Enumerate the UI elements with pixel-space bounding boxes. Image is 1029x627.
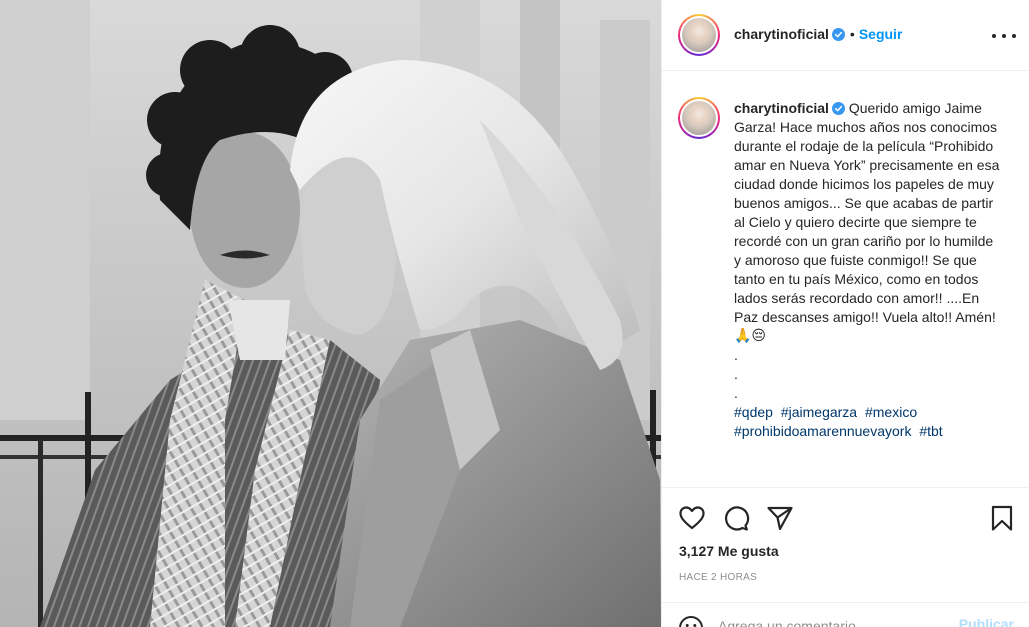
hashtag-link[interactable]: #jaimegarza [781, 404, 857, 420]
comment-bubble-icon[interactable] [722, 504, 750, 532]
comments-area: charytinoficial Querido amigo Jaime Garz… [662, 72, 1029, 485]
caption-username[interactable]: charytinoficial [734, 100, 829, 116]
post-timestamp[interactable]: HACE 2 HORAS [679, 572, 757, 583]
caption-hashtags: #qdep #jaimegarza #mexico #prohibidoamar… [734, 403, 1004, 441]
black-and-white-photo-of-man-and-woman [0, 0, 661, 627]
likes-count[interactable]: 3,127 Me gusta [679, 543, 779, 559]
caption-dot: . [734, 366, 738, 382]
post-caption: charytinoficial Querido amigo Jaime Garz… [734, 99, 1004, 441]
hashtag-link[interactable]: #mexico [865, 404, 917, 420]
caption-text: Querido amigo Jaime Garza! Hace muchos a… [734, 100, 1004, 325]
publish-button[interactable]: Publicar [959, 616, 1014, 627]
hashtag-link[interactable]: #qdep [734, 404, 773, 420]
hashtag-link[interactable]: #prohibidoamarennuevayork [734, 423, 911, 439]
post-actions: 3,127 Me gusta HACE 2 HORAS Publicar [662, 487, 1029, 627]
caption-emojis: 🙏😔 [734, 328, 767, 344]
bookmark-icon[interactable] [988, 504, 1016, 532]
more-options-icon[interactable] [992, 28, 1016, 44]
author-avatar[interactable] [678, 14, 720, 56]
follow-button[interactable]: Seguir [859, 26, 903, 42]
heart-icon[interactable] [678, 504, 706, 532]
header-separator: • [849, 26, 855, 42]
caption-dot: . [734, 347, 738, 363]
caption-author-avatar[interactable] [678, 97, 720, 139]
author-line: charytinoficial • Seguir [734, 26, 902, 42]
post-side-panel: charytinoficial • Seguir charytinoficial Q… [661, 0, 1029, 627]
author-username[interactable]: charytinoficial [734, 26, 829, 42]
comment-input[interactable] [718, 616, 938, 627]
caption-dot: . [734, 385, 738, 401]
paper-plane-icon[interactable] [766, 504, 794, 532]
post-photo[interactable] [0, 0, 661, 627]
hashtag-link[interactable]: #tbt [919, 423, 942, 439]
verified-badge-icon [831, 28, 845, 41]
verified-badge-icon [831, 102, 845, 115]
comment-bar: Publicar [662, 602, 1029, 627]
post-header: charytinoficial • Seguir [662, 0, 1029, 71]
smiley-icon[interactable] [678, 615, 704, 627]
